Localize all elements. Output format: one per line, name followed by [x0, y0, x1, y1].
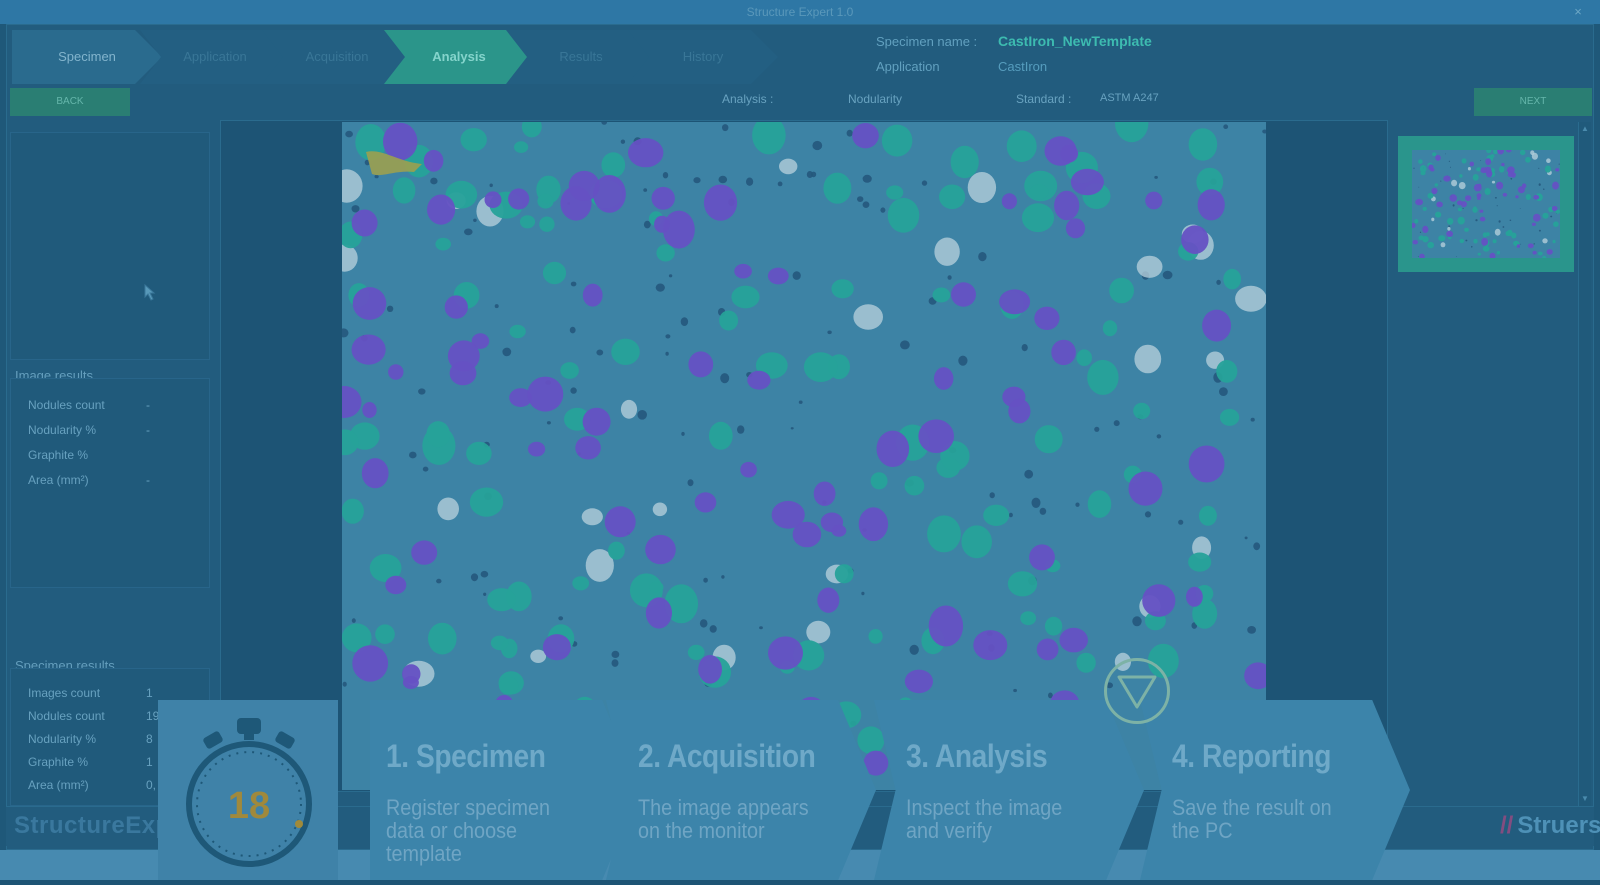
structure-expert-logo: StructureExp [14, 812, 171, 839]
spec-area-value: 0, [146, 778, 157, 792]
banner-step-specimen: 1. Specimen Register specimen data or ch… [370, 700, 640, 880]
struers-logo: //Struers [1500, 812, 1600, 840]
banner-step-2-text: The image appears on the monitor [638, 795, 809, 843]
timer-value: 18 [228, 785, 270, 827]
banner-step-4-text: Save the result on the PC [1172, 795, 1332, 843]
image-area-value: - [146, 473, 150, 487]
banner-step-3-text: Inspect the image and verify [906, 795, 1063, 843]
banner-step-1-text: Register specimen data or choose templat… [386, 795, 550, 866]
struers-mark-icon: // [1500, 812, 1514, 839]
spec-graphite-label: Graphite % [28, 755, 89, 769]
wizard-step-specimen[interactable]: Specimen [12, 30, 162, 84]
spec-nodularity-label: Nodularity % [28, 732, 97, 746]
preview-panel [10, 132, 210, 360]
banner-step-acquisition: 2. Acquisition The image appears on the … [606, 700, 876, 880]
banner-step-4-title: 4. Reporting [1172, 738, 1331, 774]
stopwatch-icon: 18 [186, 718, 312, 867]
scroll-down-icon[interactable]: ▼ [1580, 794, 1590, 804]
specimen-name-value: CastIron_NewTemplate [998, 33, 1152, 49]
analysis-label: Analysis : [722, 92, 774, 106]
application-label: Application [876, 59, 940, 74]
thumbnail-svg [1412, 150, 1560, 258]
image-nodularity-value: - [146, 423, 150, 437]
timer-box: 18 [158, 700, 338, 880]
spec-images-count-value: 1 [146, 686, 153, 700]
struers-logo-text: Struers [1517, 812, 1600, 839]
standard-label: Standard : [1016, 92, 1072, 106]
thumbnail-image[interactable] [1412, 150, 1560, 258]
image-area-label: Area (mm²) [28, 473, 89, 487]
standard-value: ASTM A247 [1100, 92, 1159, 104]
banner-step-2-title: 2. Acquisition [638, 738, 816, 774]
mouse-cursor-icon [144, 284, 156, 301]
analysis-value: Nodularity [848, 92, 903, 106]
wizard-step-results[interactable]: Results [506, 30, 656, 84]
spec-nodularity-value: 8 [146, 732, 153, 746]
spec-area-label: Area (mm²) [28, 778, 89, 792]
wizard-step-acquisition[interactable]: Acquisition [262, 30, 412, 84]
window-title: Structure Expert 1.0 [746, 5, 854, 19]
spec-images-count-label: Images count [28, 686, 101, 700]
image-nodules-count-value: - [146, 398, 150, 412]
down-arrow-indicator [1104, 658, 1170, 724]
down-triangle-icon [1117, 675, 1157, 709]
spec-graphite-value: 1 [146, 755, 153, 769]
banner-step-analysis: 3. Analysis Inspect the image and verify [874, 700, 1144, 880]
wizard-step-history[interactable]: History [628, 30, 778, 84]
application-value: CastIron [998, 59, 1048, 74]
scroll-up-icon[interactable]: ▲ [1580, 124, 1590, 134]
thumbnail-scrollbar[interactable]: ▲ ▼ [1578, 122, 1591, 806]
banner-step-1-title: 1. Specimen [386, 738, 546, 774]
banner-step-3-title: 3. Analysis [906, 738, 1048, 774]
title-bar: Structure Expert 1.0 × [0, 0, 1600, 24]
wizard-step-analysis[interactable]: Analysis [384, 30, 534, 84]
close-icon[interactable]: × [1570, 0, 1586, 24]
wizard-steps: Specimen Application Acquisition Analysi… [12, 30, 792, 84]
back-button[interactable]: BACK [10, 88, 130, 116]
image-graphite-label: Graphite % [28, 448, 89, 462]
image-nodularity-label: Nodularity % [28, 423, 97, 437]
specimen-name-label: Specimen name : [876, 34, 978, 49]
next-button[interactable]: NEXT [1474, 88, 1592, 116]
spec-nodules-count-label: Nodules count [28, 709, 105, 723]
image-nodules-count-label: Nodules count [28, 398, 105, 412]
wizard-step-application[interactable]: Application [140, 30, 290, 84]
banner-step-reporting: 4. Reporting Save the result on the PC [1140, 700, 1410, 880]
